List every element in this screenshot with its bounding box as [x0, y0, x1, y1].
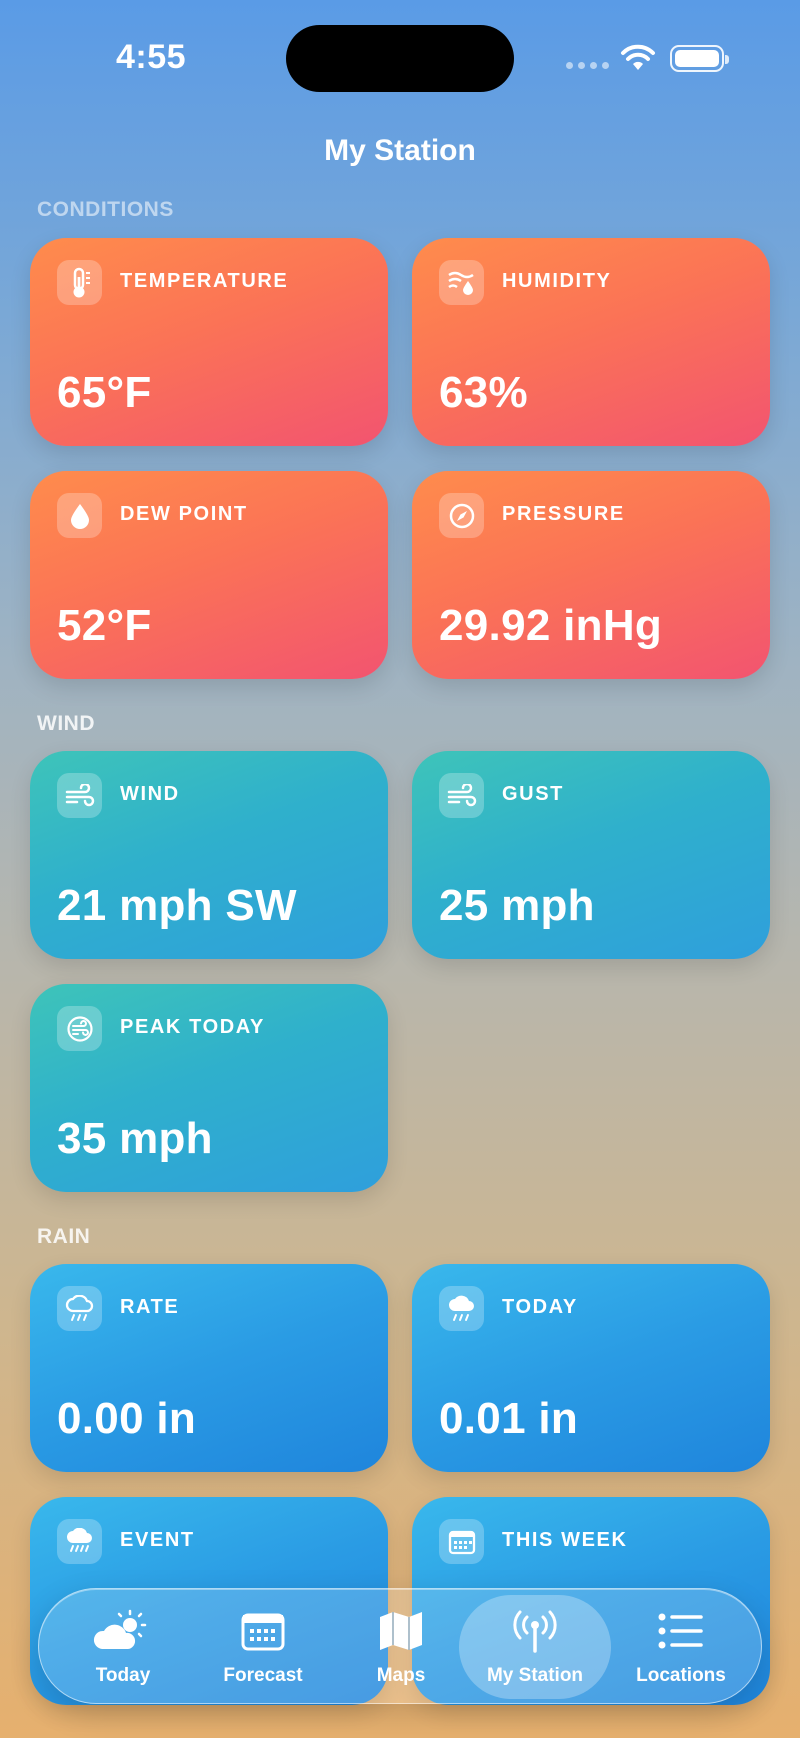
tab-forecast[interactable]: Forecast	[193, 1595, 333, 1699]
antenna-icon	[510, 1605, 560, 1657]
calendar-icon	[439, 1519, 484, 1564]
tab-maps[interactable]: Maps	[331, 1595, 471, 1699]
tab-label: Maps	[376, 1665, 426, 1686]
card-label: RATE	[120, 1296, 180, 1318]
section-label-rain: RAIN	[37, 1225, 91, 1248]
card-label: PRESSURE	[502, 503, 625, 525]
cloud-heavy-rain-icon	[57, 1519, 102, 1564]
card-label: TEMPERATURE	[120, 270, 289, 292]
cloud-sun-icon	[92, 1605, 154, 1657]
card-rain-today[interactable]: TODAY 0.01 in	[412, 1264, 770, 1472]
card-label: HUMIDITY	[502, 270, 612, 292]
card-pressure[interactable]: PRESSURE 29.92 inHg	[412, 471, 770, 679]
tab-today[interactable]: Today	[53, 1595, 193, 1699]
card-peak-today[interactable]: PEAK TODAY 35 mph	[30, 984, 388, 1192]
page-title: My Station	[324, 134, 476, 167]
status-time: 4:55	[116, 38, 187, 76]
card-value: 29.92 inHg	[439, 601, 663, 650]
card-value: 0.01 in	[439, 1394, 579, 1443]
card-dew-point[interactable]: DEW POINT 52°F	[30, 471, 388, 679]
drop-icon	[57, 493, 102, 538]
card-value: 65°F	[57, 368, 152, 417]
card-value: 25 mph	[439, 881, 595, 930]
cloud-rain-icon	[439, 1286, 484, 1331]
gauge-icon	[439, 493, 484, 538]
card-label: PEAK TODAY	[120, 1016, 265, 1038]
card-label: GUST	[502, 783, 564, 805]
card-label: EVENT	[120, 1529, 195, 1551]
wifi-icon	[621, 44, 655, 70]
card-label: THIS WEEK	[502, 1529, 628, 1551]
cloud-rain-icon	[57, 1286, 102, 1331]
card-label: DEW POINT	[120, 503, 248, 525]
section-label-conditions: CONDITIONS	[37, 198, 174, 221]
card-gust[interactable]: GUST 25 mph	[412, 751, 770, 959]
card-value: 63%	[439, 368, 528, 417]
tab-label: Locations	[636, 1665, 726, 1686]
cellular-signal-icon	[566, 62, 609, 69]
tab-my-station[interactable]: My Station	[459, 1595, 611, 1699]
map-icon	[378, 1605, 424, 1657]
thermometer-icon	[57, 260, 102, 305]
wind-icon	[439, 773, 484, 818]
card-temperature[interactable]: TEMPERATURE 65°F	[30, 238, 388, 446]
list-icon	[658, 1605, 704, 1657]
dynamic-island	[286, 25, 514, 92]
tab-label: My Station	[486, 1665, 584, 1686]
card-humidity[interactable]: HUMIDITY 63%	[412, 238, 770, 446]
tab-locations[interactable]: Locations	[611, 1595, 751, 1699]
card-wind[interactable]: WIND 21 mph SW	[30, 751, 388, 959]
card-rain-rate[interactable]: RATE 0.00 in	[30, 1264, 388, 1472]
wind-circle-icon	[57, 1006, 102, 1051]
card-label: WIND	[120, 783, 180, 805]
card-value: 0.00 in	[57, 1394, 197, 1443]
tab-bar: Today Forecast Maps My Station Locations	[38, 1588, 762, 1704]
tab-label: Forecast	[223, 1665, 303, 1686]
tab-label: Today	[95, 1665, 151, 1686]
calendar-grid-icon	[241, 1605, 285, 1657]
card-value: 21 mph SW	[57, 881, 297, 930]
card-value: 52°F	[57, 601, 152, 650]
humidity-icon	[439, 260, 484, 305]
card-value: 35 mph	[57, 1114, 213, 1163]
status-bar: 4:55	[0, 0, 800, 120]
wind-icon	[57, 773, 102, 818]
battery-icon	[670, 45, 729, 72]
section-label-wind: WIND	[37, 712, 95, 735]
card-label: TODAY	[502, 1296, 578, 1318]
